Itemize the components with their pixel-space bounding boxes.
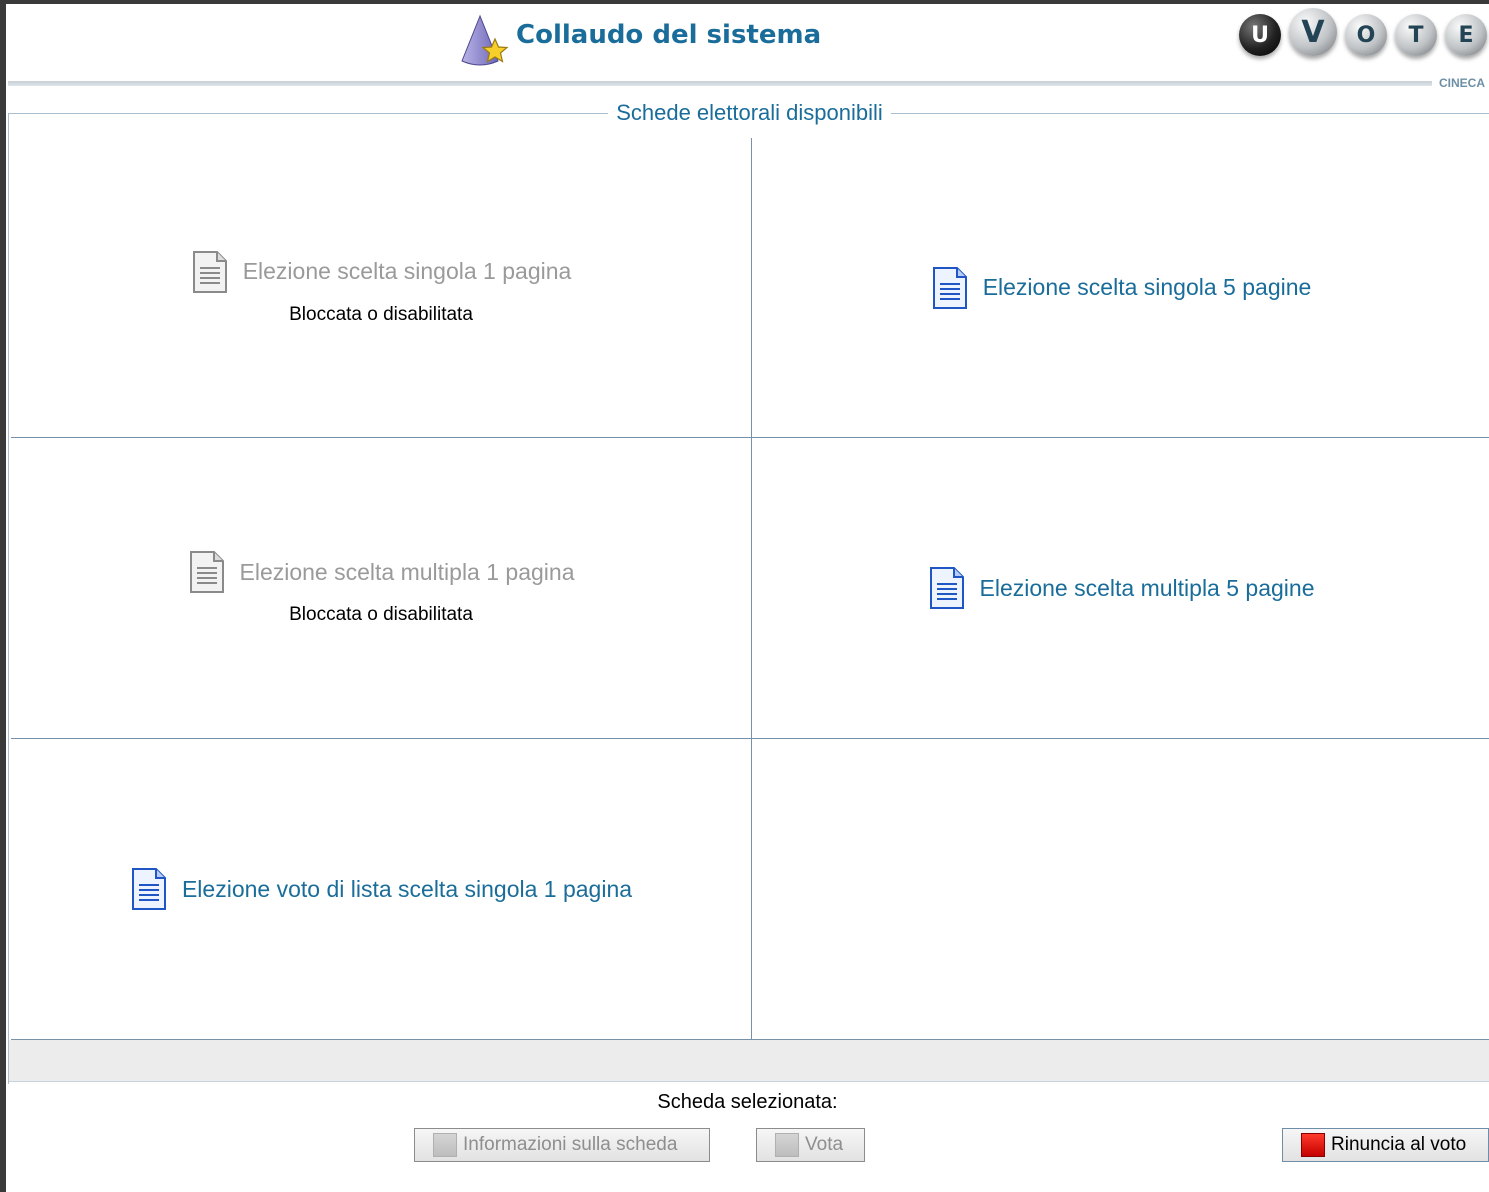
ballot-cell[interactable]: Elezione scelta singola 5 pagine	[752, 138, 1489, 438]
ballot-item[interactable]: Elezione scelta multipla 5 pagine	[928, 566, 1315, 610]
brand-label: CINECA	[1438, 76, 1485, 90]
red-square-icon	[1301, 1133, 1325, 1157]
document-gray-icon	[189, 551, 224, 593]
ballots-legend: Schede elettorali disponibili	[608, 100, 891, 125]
info-button-label: Informazioni sulla scheda	[463, 1134, 678, 1155]
ballots-legend-wrap: Schede elettorali disponibili	[9, 100, 1489, 126]
logo-letter-u: U	[1239, 14, 1281, 56]
ballot-item: Elezione scelta singola 1 pagina	[191, 250, 572, 294]
ballots-grid: Elezione scelta singola 1 pagina Bloccat…	[11, 138, 1489, 1040]
document-gray-icon	[192, 250, 227, 293]
ballots-footer-bar	[9, 1040, 1489, 1082]
selected-ballot-label: Scheda selezionata:	[657, 1091, 838, 1113]
app-window: Collaudo del sistema U V O T E CINECA Sc…	[6, 4, 1489, 1192]
document-blue-icon	[932, 266, 967, 309]
square-icon	[775, 1133, 799, 1157]
ballot-item[interactable]: Elezione scelta singola 5 pagine	[931, 266, 1312, 310]
ballot-link[interactable]: Elezione voto di lista scelta singola 1 …	[182, 876, 632, 903]
ballot-status: Bloccata o disabilitata	[289, 604, 473, 625]
ballot-status: Bloccata o disabilitata	[289, 303, 473, 325]
page-title: Collaudo del sistema	[516, 20, 822, 50]
ballots-fieldset: Schede elettorali disponibili Elezione s…	[8, 100, 1489, 1084]
ballot-cell: Elezione scelta multipla 1 pagina Blocca…	[11, 438, 752, 739]
logo-letter-o: O	[1345, 14, 1387, 56]
document-blue-icon	[929, 567, 964, 609]
ballot-label: Elezione scelta singola 1 pagina	[242, 258, 572, 284]
ballot-item[interactable]: Elezione voto di lista scelta singola 1 …	[130, 867, 632, 911]
withdraw-button[interactable]: Rinuncia al voto	[1282, 1128, 1489, 1162]
logo-letter-v: V	[1289, 8, 1337, 56]
ballot-link[interactable]: Elezione scelta singola 5 pagine	[983, 274, 1312, 301]
square-icon	[433, 1133, 457, 1157]
ballot-item: Elezione scelta multipla 1 pagina	[188, 550, 575, 594]
withdraw-button-label: Rinuncia al voto	[1331, 1134, 1467, 1155]
page-header: Collaudo del sistema U V O T E CINECA	[6, 4, 1489, 90]
cone-star-icon	[461, 14, 509, 66]
ballot-cell[interactable]: Elezione voto di lista scelta singola 1 …	[11, 739, 752, 1040]
vote-button[interactable]: Vota	[756, 1128, 865, 1162]
ballot-link[interactable]: Elezione scelta multipla 5 pagine	[980, 575, 1315, 602]
logo-letter-t: T	[1395, 14, 1437, 56]
header-divider	[8, 81, 1432, 86]
vote-button-label: Vota	[805, 1134, 844, 1155]
ballot-cell[interactable]: Elezione scelta multipla 5 pagine	[752, 438, 1489, 739]
uvote-logo: U V O T E	[1231, 8, 1487, 56]
logo-letter-e: E	[1445, 14, 1487, 56]
ballot-label: Elezione scelta multipla 1 pagina	[239, 558, 575, 585]
empty-cell	[752, 739, 1489, 1040]
title-group: Collaudo del sistema	[454, 10, 821, 74]
info-button[interactable]: Informazioni sulla scheda	[414, 1128, 710, 1162]
ballot-cell: Elezione scelta singola 1 pagina Bloccat…	[11, 138, 752, 438]
document-blue-icon	[131, 868, 166, 910]
